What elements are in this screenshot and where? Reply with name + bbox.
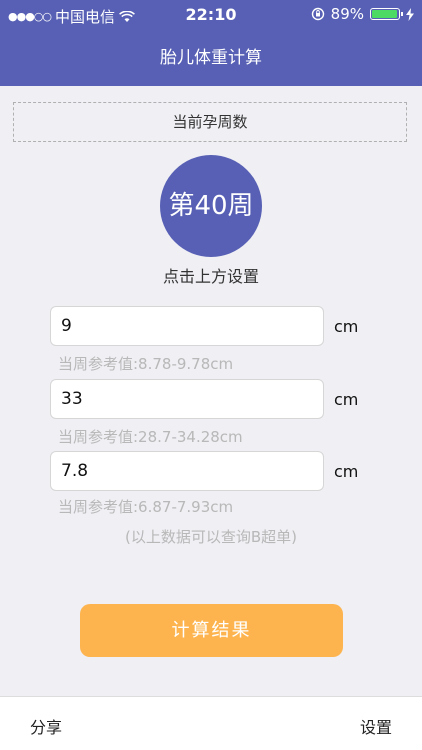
unit-label-1: cm — [334, 317, 359, 336]
settings-button[interactable]: 设置 — [360, 714, 392, 738]
current-week-label: 当前孕周数 — [172, 113, 248, 131]
battery-level — [372, 10, 397, 18]
week-value: 第40周 — [168, 191, 254, 221]
current-week-label-box: 当前孕周数 — [13, 102, 407, 142]
bottom-toolbar: 分享 设置 — [0, 696, 422, 750]
measurement-input-3[interactable] — [50, 451, 324, 491]
measurement-input-1[interactable] — [50, 306, 324, 346]
reference-value-3: 当周参考值:6.87-7.93cm — [58, 498, 234, 516]
unit-label-2: cm — [334, 390, 359, 409]
battery-icon — [370, 8, 403, 20]
reference-value-2: 当周参考值:28.7-34.28cm — [58, 428, 243, 446]
reference-value-1: 当周参考值:8.78-9.78cm — [58, 355, 234, 373]
share-button[interactable]: 分享 — [30, 714, 62, 738]
status-bar: ●●●○○ 中国电信 22:10 89% — [0, 0, 422, 30]
unit-label-3: cm — [334, 462, 359, 481]
tap-to-set-hint: 点击上方设置 — [162, 267, 259, 286]
nav-bar: 胎儿体重计算 — [0, 30, 422, 86]
calculate-button[interactable]: 计算结果 — [80, 604, 343, 657]
status-right: 89% — [311, 5, 414, 23]
ultrasound-note: (以上数据可以查询B超单) — [125, 528, 297, 546]
bolt-icon — [406, 7, 414, 21]
page-title: 胎儿体重计算 — [160, 48, 262, 68]
measurement-input-2[interactable] — [50, 379, 324, 419]
battery-percent: 89% — [330, 5, 364, 23]
week-selector-button[interactable]: 第40周 — [160, 155, 262, 257]
rotation-lock-icon — [311, 7, 324, 21]
